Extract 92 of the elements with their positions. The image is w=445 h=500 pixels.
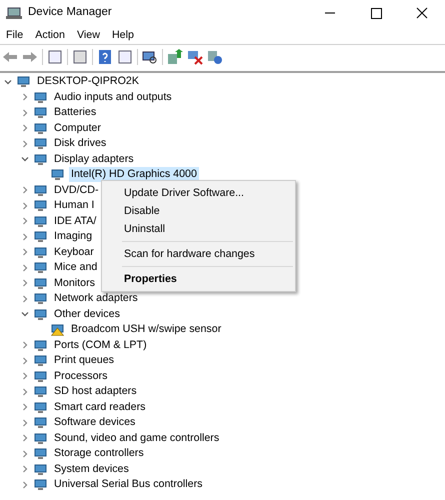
menu-item[interactable]: Help	[112, 26, 134, 44]
device-icon	[34, 106, 47, 120]
tree-item[interactable]: Human I	[52, 198, 96, 214]
chevron-right-icon[interactable]	[21, 356, 29, 365]
tree-item[interactable]: SD host adapters	[52, 384, 139, 400]
device-icon	[34, 276, 47, 290]
chevron-right-icon[interactable]	[21, 372, 29, 380]
tree-item[interactable]: DESKTOP-QIPRO2K	[35, 74, 141, 90]
tree-item[interactable]: Software devices	[52, 415, 138, 430]
device-icon	[34, 447, 47, 460]
chevron-right-icon[interactable]	[21, 403, 29, 412]
device-icon	[34, 400, 47, 414]
menu-option[interactable]: Disable	[102, 202, 295, 220]
tree-item[interactable]: Disk drives	[52, 136, 108, 152]
chevron-right-icon[interactable]	[21, 294, 29, 303]
tree-item[interactable]: Audio inputs and outputs	[52, 90, 174, 105]
device-icon	[34, 230, 47, 244]
chevron-right-icon[interactable]	[21, 186, 29, 194]
menu-option[interactable]: Uninstall	[102, 220, 295, 238]
tree-item[interactable]: Print queues	[52, 353, 116, 368]
tree-item[interactable]: System devices	[52, 462, 131, 477]
tree-item[interactable]: Other devices	[52, 306, 122, 322]
tree-item[interactable]: Imaging	[52, 229, 94, 244]
chevron-right-icon[interactable]	[21, 248, 29, 256]
chevron-right-icon[interactable]	[21, 108, 29, 117]
tree-item[interactable]: Monitors	[52, 276, 97, 291]
tree-item[interactable]: Network adapters	[52, 291, 140, 306]
chevron-down-icon[interactable]	[21, 310, 29, 318]
device-icon	[34, 184, 47, 197]
device-icon	[34, 354, 47, 368]
chevron-right-icon[interactable]	[21, 140, 29, 148]
device-icon	[34, 199, 47, 212]
chevron-right-icon[interactable]	[21, 434, 29, 442]
chevron-right-icon[interactable]	[21, 450, 29, 458]
device-icon	[34, 246, 47, 259]
device-icon	[34, 152, 47, 166]
device-icon	[34, 292, 47, 306]
device-icon	[34, 370, 47, 383]
device-icon	[34, 214, 47, 228]
chevron-right-icon[interactable]	[21, 388, 29, 396]
chevron-right-icon[interactable]	[21, 124, 29, 132]
tree-item[interactable]: Keyboar	[52, 244, 96, 260]
menu-item[interactable]: File	[6, 26, 24, 44]
device-icon	[34, 385, 47, 398]
chevron-right-icon[interactable]	[21, 264, 29, 272]
device-icon	[34, 308, 47, 321]
chevron-right-icon[interactable]	[21, 232, 29, 241]
device-icon	[34, 90, 47, 104]
chevron-right-icon[interactable]	[21, 480, 29, 489]
chevron-right-icon[interactable]	[21, 465, 29, 474]
tree-item[interactable]: DVD/CD-	[52, 182, 101, 198]
tree-item[interactable]: Smart card readers	[52, 400, 148, 415]
device-icon	[34, 478, 47, 492]
tree-item[interactable]: Ports (COM & LPT)	[52, 338, 149, 353]
window-title: Device Manager	[28, 5, 112, 20]
chevron-right-icon[interactable]	[21, 93, 29, 102]
help-icon[interactable]	[97, 48, 113, 64]
update-driver-icon[interactable]	[167, 48, 183, 64]
device-icon	[34, 137, 47, 150]
menu-option[interactable]: Scan for hardware changes	[102, 245, 295, 263]
device-icon	[34, 416, 47, 430]
menu-item[interactable]: View	[76, 26, 100, 44]
device-icon	[34, 122, 47, 135]
tree-item[interactable]: Sound, video and game controllers	[52, 430, 222, 446]
menu-option[interactable]: Update Driver Software...	[102, 184, 295, 202]
tree-item[interactable]: IDE ATA/	[52, 214, 98, 229]
chevron-right-icon[interactable]	[21, 217, 29, 226]
tree-item[interactable]: Broadcom USH w/swipe sensor	[69, 322, 224, 338]
disable-device-icon[interactable]	[187, 48, 203, 64]
chevron-right-icon[interactable]	[21, 418, 29, 427]
tree-item[interactable]: Mice and	[52, 260, 100, 276]
chevron-right-icon[interactable]	[21, 202, 29, 210]
device-icon	[34, 338, 47, 352]
tree-item[interactable]: Universal Serial Bus controllers	[52, 477, 204, 492]
tree-item[interactable]: Computer	[52, 120, 103, 136]
device-icon	[34, 462, 47, 476]
tree-item[interactable]: Batteries	[52, 105, 98, 120]
tree-item[interactable]: Intel(R) HD Graphics 4000	[69, 167, 199, 182]
tree-item[interactable]: Storage controllers	[52, 446, 146, 462]
device-icon	[34, 261, 47, 274]
tree-item[interactable]: Processors	[52, 368, 110, 384]
computer-icon	[6, 6, 22, 20]
menu-item[interactable]: Action	[35, 26, 65, 44]
chevron-down-icon[interactable]	[4, 78, 12, 86]
device-icon	[34, 432, 47, 445]
chevron-right-icon[interactable]	[21, 341, 29, 350]
tree-item[interactable]: Display adapters	[52, 152, 136, 167]
chevron-right-icon[interactable]	[21, 279, 29, 288]
chevron-down-icon[interactable]	[21, 155, 29, 164]
device-icon	[17, 75, 30, 88]
menu-option[interactable]: Properties	[102, 270, 295, 288]
scan-monitor-icon[interactable]	[142, 48, 158, 64]
